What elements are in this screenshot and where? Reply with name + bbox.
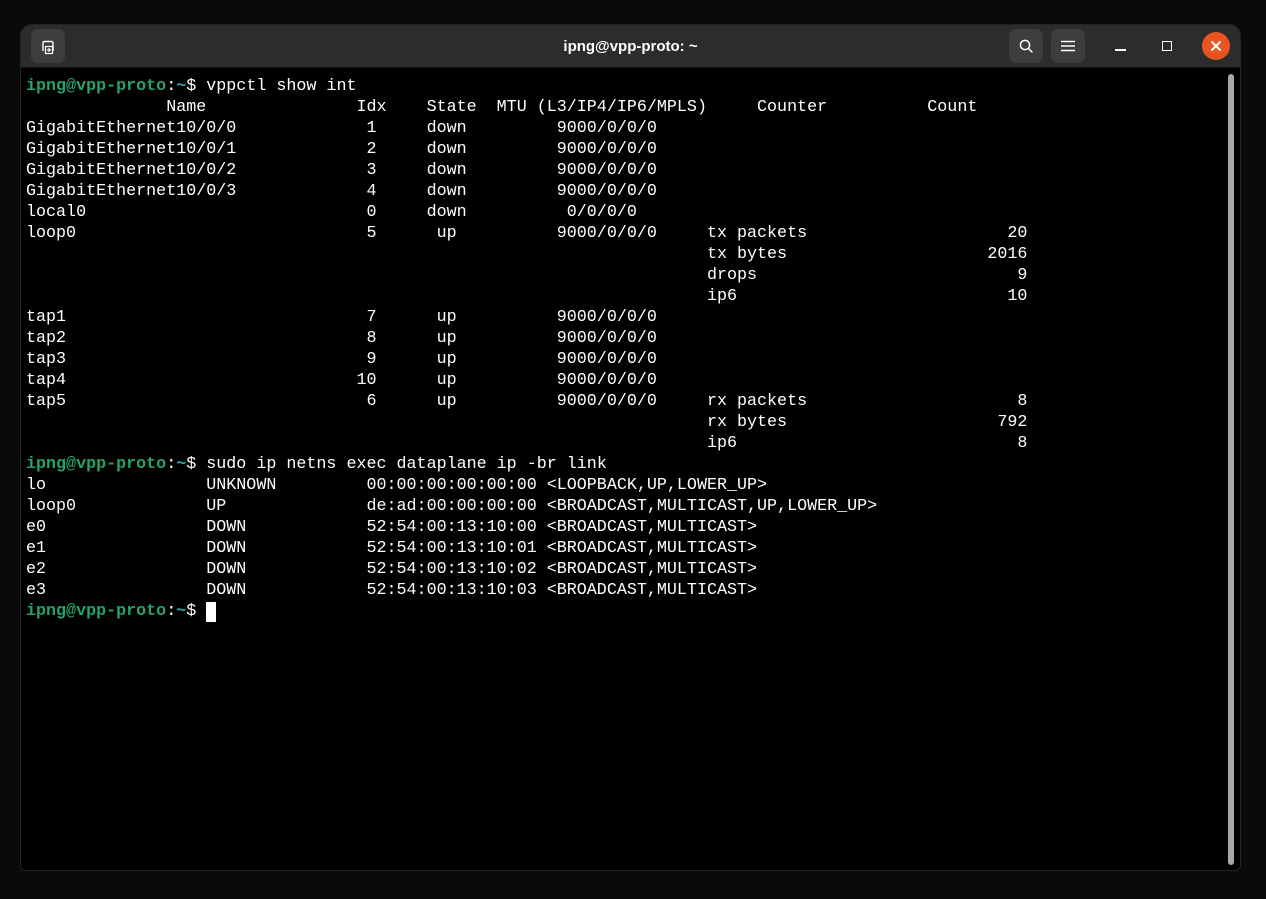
terminal-text: tap5 6 up 9000/0/0/0 rx packets 8 (26, 392, 1027, 411)
terminal-text: tap4 10 up 9000/0/0/0 (26, 371, 657, 390)
terminal-line: GigabitEthernet10/0/2 3 down 9000/0/0/0 (26, 160, 1240, 181)
terminal-text: e3 DOWN 52:54:00:13:10:03 <BROADCAST,MUL… (26, 581, 757, 600)
terminal-text: GigabitEthernet10/0/3 4 down 9000/0/0/0 (26, 182, 657, 201)
terminal-line: GigabitEthernet10/0/1 2 down 9000/0/0/0 (26, 139, 1240, 160)
terminal-line: GigabitEthernet10/0/0 1 down 9000/0/0/0 (26, 118, 1240, 139)
terminal-line: rx bytes 792 (26, 412, 1240, 433)
terminal-window: ipng@vpp-proto: ~ (20, 24, 1241, 871)
maximize-button[interactable] (1155, 29, 1179, 63)
terminal-text: loop0 5 up 9000/0/0/0 tx packets 20 (26, 224, 1027, 243)
terminal-text: drops 9 (26, 266, 1027, 285)
terminal-line: e3 DOWN 52:54:00:13:10:03 <BROADCAST,MUL… (26, 580, 1240, 601)
terminal-line: GigabitEthernet10/0/3 4 down 9000/0/0/0 (26, 181, 1240, 202)
terminal-output[interactable]: ipng@vpp-proto:~$ vppctl show int Name I… (21, 68, 1240, 870)
maximize-icon (1162, 41, 1172, 51)
terminal-line: lo UNKNOWN 00:00:00:00:00:00 <LOOPBACK,U… (26, 475, 1240, 496)
prompt-path: ~ (176, 455, 186, 474)
prompt-user-host: ipng@vpp-proto (26, 602, 166, 621)
terminal-line: tap5 6 up 9000/0/0/0 rx packets 8 (26, 391, 1240, 412)
terminal-text: loop0 UP de:ad:00:00:00:00 <BROADCAST,MU… (26, 497, 877, 516)
terminal-text: GigabitEthernet10/0/0 1 down 9000/0/0/0 (26, 119, 657, 138)
search-button[interactable] (1009, 29, 1043, 63)
terminal-line: drops 9 (26, 265, 1240, 286)
terminal-line: tap4 10 up 9000/0/0/0 (26, 370, 1240, 391)
terminal-line: ip6 8 (26, 433, 1240, 454)
terminal-line: loop0 UP de:ad:00:00:00:00 <BROADCAST,MU… (26, 496, 1240, 517)
terminal-line: tap2 8 up 9000/0/0/0 (26, 328, 1240, 349)
terminal-text: ip6 8 (26, 434, 1027, 453)
titlebar[interactable]: ipng@vpp-proto: ~ (21, 25, 1240, 68)
close-icon (1210, 40, 1222, 52)
terminal-line: ipng@vpp-proto:~$ sudo ip netns exec dat… (26, 454, 1240, 475)
terminal-text: lo UNKNOWN 00:00:00:00:00:00 <LOOPBACK,U… (26, 476, 767, 495)
terminal-line: e0 DOWN 52:54:00:13:10:00 <BROADCAST,MUL… (26, 517, 1240, 538)
terminal-line: ipng@vpp-proto:~$ (26, 601, 1240, 622)
terminal-line: Name Idx State MTU (L3/IP4/IP6/MPLS) Cou… (26, 97, 1240, 118)
terminal-text: e1 DOWN 52:54:00:13:10:01 <BROADCAST,MUL… (26, 539, 757, 558)
terminal-text: tap3 9 up 9000/0/0/0 (26, 350, 657, 369)
terminal-line: tx bytes 2016 (26, 244, 1240, 265)
terminal-text: GigabitEthernet10/0/1 2 down 9000/0/0/0 (26, 140, 657, 159)
terminal-text: rx bytes 792 (26, 413, 1027, 432)
terminal-text: $ sudo ip netns exec dataplane ip -br li… (186, 455, 607, 474)
terminal-text: : (166, 77, 176, 96)
prompt-path: ~ (176, 77, 186, 96)
prompt-user-host: ipng@vpp-proto (26, 77, 166, 96)
terminal-line: tap1 7 up 9000/0/0/0 (26, 307, 1240, 328)
terminal-text: e0 DOWN 52:54:00:13:10:00 <BROADCAST,MUL… (26, 518, 757, 537)
terminal-line: ip6 10 (26, 286, 1240, 307)
new-tab-icon (39, 37, 57, 55)
scrollbar-thumb[interactable] (1228, 74, 1234, 865)
menu-button[interactable] (1051, 29, 1085, 63)
close-button[interactable] (1202, 32, 1230, 60)
search-icon (1017, 37, 1035, 55)
terminal-line: e1 DOWN 52:54:00:13:10:01 <BROADCAST,MUL… (26, 538, 1240, 559)
terminal-cursor (206, 602, 216, 622)
terminal-text: GigabitEthernet10/0/2 3 down 9000/0/0/0 (26, 161, 657, 180)
terminal-text: ip6 10 (26, 287, 1027, 306)
terminal-text: tap1 7 up 9000/0/0/0 (26, 308, 657, 327)
terminal-line: ipng@vpp-proto:~$ vppctl show int (26, 76, 1240, 97)
terminal-text: Name Idx State MTU (L3/IP4/IP6/MPLS) Cou… (26, 98, 1027, 117)
terminal-text: tx bytes 2016 (26, 245, 1027, 264)
terminal-text: e2 DOWN 52:54:00:13:10:02 <BROADCAST,MUL… (26, 560, 757, 579)
minimize-button[interactable] (1108, 29, 1132, 63)
terminal-text: : (166, 455, 176, 474)
window-controls (1009, 29, 1230, 63)
terminal-text: : (166, 602, 176, 621)
prompt-user-host: ipng@vpp-proto (26, 455, 166, 474)
terminal-line: local0 0 down 0/0/0/0 (26, 202, 1240, 223)
menu-icon (1060, 39, 1076, 53)
terminal-line: tap3 9 up 9000/0/0/0 (26, 349, 1240, 370)
terminal-text: local0 0 down 0/0/0/0 (26, 203, 637, 222)
minimize-icon (1115, 49, 1126, 51)
terminal-text: $ (186, 602, 206, 621)
terminal-text: $ vppctl show int (186, 77, 356, 96)
new-tab-button[interactable] (31, 29, 65, 63)
prompt-path: ~ (176, 602, 186, 621)
terminal-text: tap2 8 up 9000/0/0/0 (26, 329, 657, 348)
terminal-line: e2 DOWN 52:54:00:13:10:02 <BROADCAST,MUL… (26, 559, 1240, 580)
terminal-line: loop0 5 up 9000/0/0/0 tx packets 20 (26, 223, 1240, 244)
